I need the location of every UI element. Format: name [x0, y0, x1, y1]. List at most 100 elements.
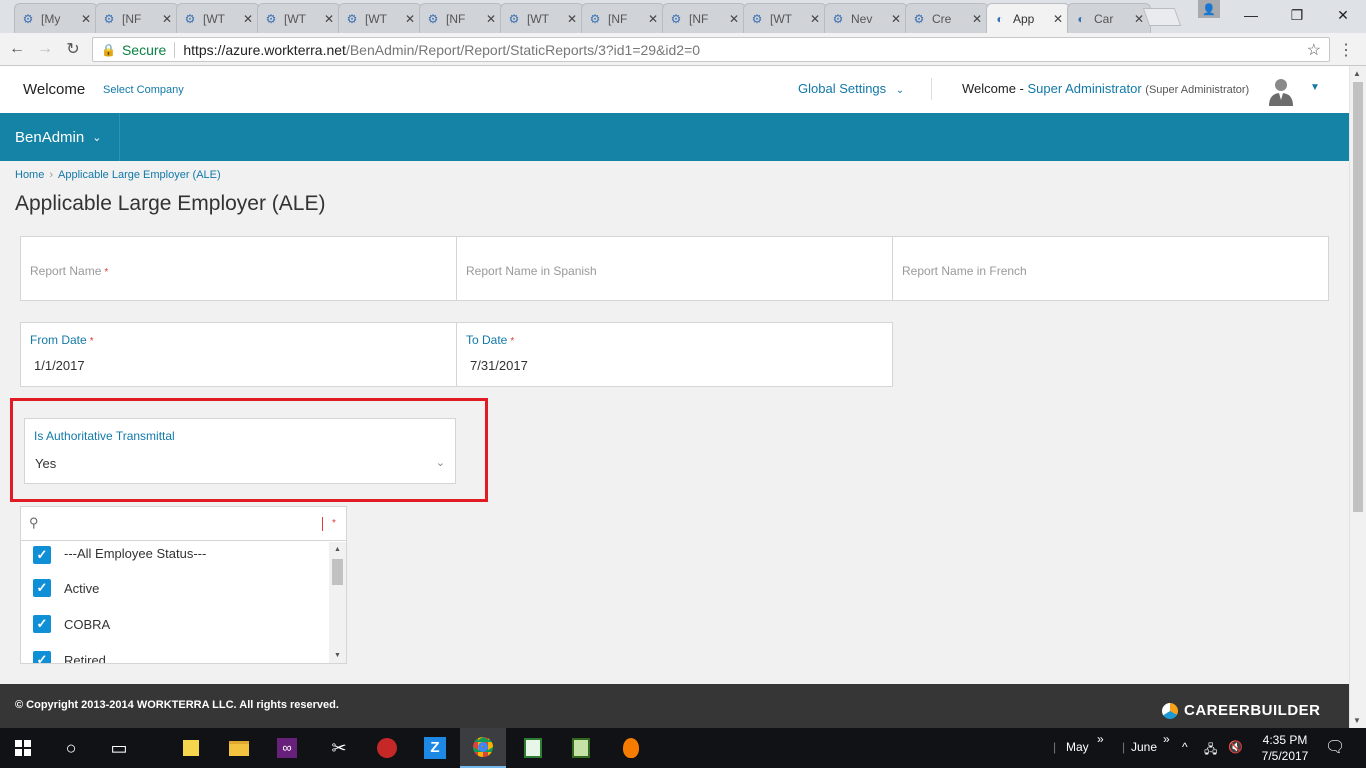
checkbox-checked-icon[interactable]: ✓ — [33, 651, 51, 663]
breadcrumb-home[interactable]: Home — [15, 169, 44, 181]
report-name-field[interactable]: Report Name * — [20, 236, 457, 301]
employee-status-option[interactable]: ✓ ---All Employee Status--- — [21, 542, 329, 570]
scroll-up-icon[interactable]: ▲ — [334, 546, 341, 553]
browser-tab[interactable]: ⚙ Nev ✕ — [824, 3, 908, 33]
minimize-icon[interactable]: — — [1228, 0, 1274, 30]
avatar[interactable] — [1266, 76, 1296, 106]
close-tab-icon[interactable]: ✕ — [567, 12, 577, 26]
close-tab-icon[interactable]: ✕ — [405, 12, 415, 26]
checkbox-checked-icon[interactable]: ✓ — [33, 579, 51, 597]
forward-icon[interactable]: → — [34, 38, 56, 60]
report-name-french-field[interactable]: Report Name in French — [892, 236, 1329, 301]
close-tab-icon[interactable]: ✕ — [1134, 12, 1144, 26]
tray-toolbar-june[interactable]: June — [1131, 740, 1157, 754]
browser-tab[interactable]: ⚙ [NF ✕ — [662, 3, 746, 33]
scroll-down-icon[interactable]: ▼ — [1353, 716, 1361, 725]
back-icon[interactable]: ← — [6, 38, 28, 60]
zoom-app-icon[interactable]: Z — [412, 728, 458, 768]
windows-start-icon[interactable] — [0, 728, 46, 768]
user-menu-caret-icon[interactable]: ▼ — [1310, 82, 1320, 93]
network-icon[interactable]: 🖧 — [1204, 740, 1217, 761]
employee-status-scrollbar[interactable]: ▲ ▼ — [329, 542, 346, 663]
workterra-icon: ⚙ — [184, 11, 196, 26]
employee-status-option[interactable]: ✓ Active — [21, 570, 329, 606]
browser-tab[interactable]: ⚙ [WT ✕ — [500, 3, 584, 33]
from-date-label: From Date * — [30, 333, 94, 347]
close-tab-icon[interactable]: ✕ — [243, 12, 253, 26]
url-omnibox[interactable]: 🔒 Secure https://azure.workterra.net/Ben… — [92, 37, 1330, 62]
browser-tab[interactable]: ⚙ [NF ✕ — [419, 3, 503, 33]
spreadsheet-app-icon[interactable] — [510, 728, 556, 768]
close-tab-icon[interactable]: ✕ — [810, 12, 820, 26]
breadcrumb-current[interactable]: Applicable Large Employer (ALE) — [58, 169, 221, 181]
page-icon: ◐ — [1077, 11, 1085, 26]
close-window-icon[interactable]: ✕ — [1320, 0, 1366, 30]
employee-status-search-input[interactable] — [49, 513, 329, 535]
from-date-field[interactable]: From Date * 1/1/2017 — [20, 322, 457, 387]
close-tab-icon[interactable]: ✕ — [729, 12, 739, 26]
close-tab-icon[interactable]: ✕ — [648, 12, 658, 26]
close-tab-icon[interactable]: ✕ — [891, 12, 901, 26]
browser-menu-icon[interactable]: ⋮ — [1338, 39, 1354, 61]
show-hidden-icons-icon[interactable]: ^ — [1182, 740, 1188, 754]
checkbox-checked-icon[interactable]: ✓ — [33, 546, 51, 564]
to-date-field[interactable]: To Date * 7/31/2017 — [456, 322, 893, 387]
tray-expand-icon[interactable]: » — [1097, 732, 1104, 746]
close-tab-icon[interactable]: ✕ — [486, 12, 496, 26]
report-name-spanish-field[interactable]: Report Name in Spanish — [456, 236, 893, 301]
profile-icon[interactable]: 👤 — [1198, 0, 1220, 18]
workterra-icon: ⚙ — [346, 11, 358, 26]
list-scroll-thumb[interactable] — [332, 559, 343, 585]
file-explorer-icon[interactable] — [216, 728, 262, 768]
browser-tab[interactable]: ◐ App ✕ — [986, 3, 1070, 33]
select-company-link[interactable]: Select Company — [103, 84, 184, 96]
user-name-link[interactable]: Super Administrator — [1028, 81, 1142, 96]
reload-icon[interactable]: ↻ — [62, 38, 84, 60]
careerbuilder-brand: CAREERBUILDER — [1184, 702, 1321, 719]
browser-tab[interactable]: ⚙ Cre ✕ — [905, 3, 989, 33]
authoritative-transmittal-select[interactable]: Is Authoritative Transmittal Yes ⌄ — [24, 418, 456, 484]
close-tab-icon[interactable]: ✕ — [162, 12, 172, 26]
tray-expand-icon[interactable]: » — [1163, 732, 1170, 746]
close-tab-icon[interactable]: ✕ — [81, 12, 91, 26]
close-tab-icon[interactable]: ✕ — [1053, 12, 1063, 26]
notifications-icon[interactable]: 🗨 — [1325, 737, 1345, 757]
scroll-up-icon[interactable]: ▲ — [1353, 69, 1361, 78]
tools-app-icon[interactable]: ✂ — [316, 728, 362, 768]
browser-tab-label: [NF — [689, 11, 709, 26]
new-tab-button[interactable] — [1142, 8, 1182, 26]
close-tab-icon[interactable]: ✕ — [324, 12, 334, 26]
toolkit-app-icon[interactable] — [364, 728, 410, 768]
browser-tab[interactable]: ⚙ [NF ✕ — [95, 3, 179, 33]
browser-tab-strip: ⚙ [My ✕ ⚙ [NF ✕ ⚙ [WT ✕ ⚙ [WT ✕ ⚙ [WT ✕ ⚙ [NF ✕ ⚙ [WT ✕ ⚙ [NF ✕… — [0, 0, 1366, 33]
close-tab-icon[interactable]: ✕ — [972, 12, 982, 26]
browser-tab[interactable]: ⚙ [WT ✕ — [338, 3, 422, 33]
chrome-icon[interactable] — [460, 728, 506, 768]
project-app-icon[interactable] — [558, 728, 604, 768]
checkbox-checked-icon[interactable]: ✓ — [33, 615, 51, 633]
browser-tab[interactable]: ⚙ [WT ✕ — [257, 3, 341, 33]
sticky-notes-icon[interactable] — [168, 728, 214, 768]
page-scrollbar[interactable]: ▲ ▼ — [1349, 66, 1366, 728]
browser-tab[interactable]: ⚙ [WT ✕ — [743, 3, 827, 33]
volume-muted-icon[interactable]: 🔇 — [1228, 740, 1243, 754]
scroll-down-icon[interactable]: ▼ — [334, 652, 341, 659]
benadmin-menu[interactable]: BenAdmin ⌄ — [0, 113, 120, 161]
browser-tab[interactable]: ◐ Car ✕ — [1067, 3, 1151, 33]
bookmark-star-icon[interactable]: ☆ — [1307, 40, 1321, 60]
visual-studio-icon[interactable]: ∞ — [264, 728, 310, 768]
cortana-search-icon[interactable]: ○ — [48, 728, 94, 768]
url-path: /BenAdmin/Report/Report/StaticReports/3?… — [345, 41, 701, 58]
task-view-icon[interactable]: ▭ — [96, 728, 142, 768]
browser-tab[interactable]: ⚙ [NF ✕ — [581, 3, 665, 33]
employee-status-option[interactable]: ✓ Retired — [21, 642, 329, 663]
global-settings-menu[interactable]: Global Settings ⌄ — [798, 81, 904, 96]
employee-status-option[interactable]: ✓ COBRA — [21, 606, 329, 642]
page-scroll-thumb[interactable] — [1353, 82, 1363, 512]
system-clock[interactable]: 4:35 PM 7/5/2017 — [1258, 732, 1312, 764]
flame-app-icon[interactable] — [608, 728, 654, 768]
tray-toolbar-may[interactable]: May — [1066, 740, 1089, 754]
browser-tab[interactable]: ⚙ [My ✕ — [14, 3, 98, 33]
browser-tab[interactable]: ⚙ [WT ✕ — [176, 3, 260, 33]
restore-icon[interactable]: ❐ — [1274, 0, 1320, 30]
